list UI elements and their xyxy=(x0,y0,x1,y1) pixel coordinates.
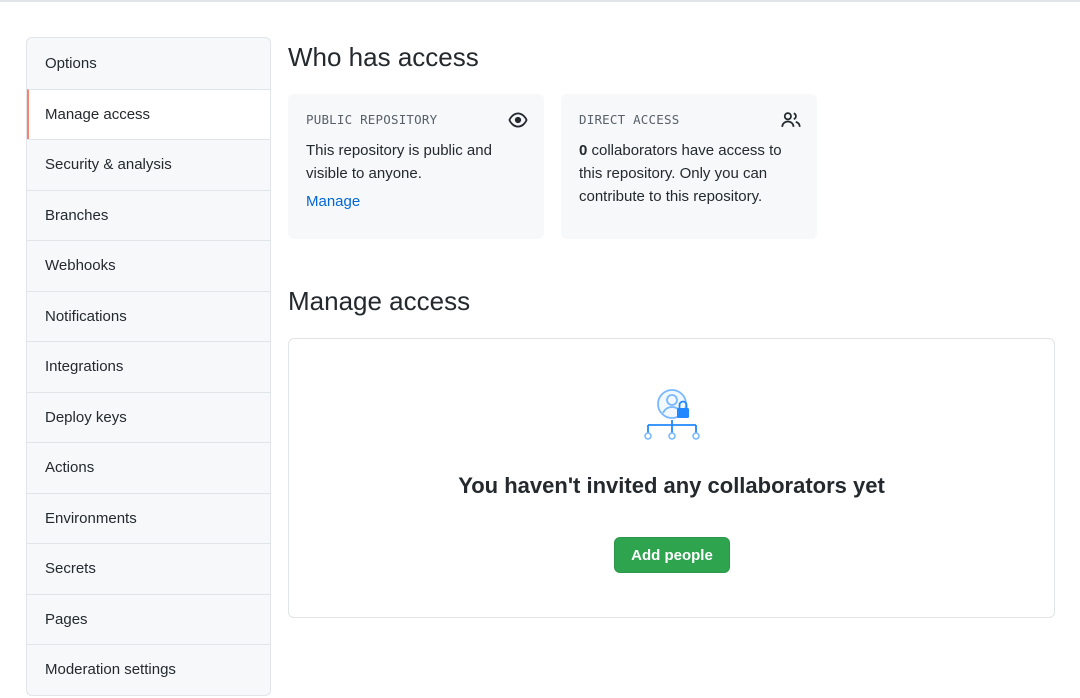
sidebar-item-label: Pages xyxy=(45,610,88,628)
collaborators-empty-state: You haven't invited any collaborators ye… xyxy=(288,338,1055,618)
main-content: Who has access PUBLIC REPOSITORY This re… xyxy=(288,37,1055,618)
eye-icon xyxy=(508,112,528,128)
sidebar-item-webhooks[interactable]: Webhooks xyxy=(27,240,270,291)
sidebar-item-label: Actions xyxy=(45,459,95,477)
public-repository-text: This repository is public and visible to… xyxy=(306,142,492,182)
collaborators-lock-icon xyxy=(644,389,700,440)
top-divider xyxy=(0,0,1080,2)
public-repository-card: PUBLIC REPOSITORY This repository is pub… xyxy=(288,94,544,239)
sidebar-item-label: Environments xyxy=(45,509,137,527)
direct-access-label: DIRECT ACCESS xyxy=(579,112,680,127)
sidebar-item-secrets[interactable]: Secrets xyxy=(27,543,270,594)
sidebar-item-manage-access[interactable]: Manage access xyxy=(27,88,270,139)
settings-sidebar: Options Manage access Security & analysi… xyxy=(26,37,271,696)
public-repository-label: PUBLIC REPOSITORY xyxy=(306,112,438,127)
sidebar-item-label: Secrets xyxy=(45,560,96,578)
people-icon xyxy=(781,112,801,127)
sidebar-item-label: Security & analysis xyxy=(45,156,172,174)
sidebar-item-notifications[interactable]: Notifications xyxy=(27,290,270,342)
sidebar-item-actions[interactable]: Actions xyxy=(27,442,270,493)
direct-access-text: 0 collaborators have access to this repo… xyxy=(579,139,799,208)
empty-state-heading: You haven't invited any collaborators ye… xyxy=(458,473,885,498)
add-people-button[interactable]: Add people xyxy=(614,537,730,573)
sidebar-item-label: Integrations xyxy=(45,358,124,376)
sidebar-item-environments[interactable]: Environments xyxy=(27,492,270,544)
access-cards: PUBLIC REPOSITORY This repository is pub… xyxy=(288,94,1055,239)
sidebar-item-integrations[interactable]: Integrations xyxy=(27,341,270,392)
sidebar-item-pages[interactable]: Pages xyxy=(27,593,270,645)
direct-access-card: DIRECT ACCESS 0 collaborators have acces… xyxy=(561,94,817,239)
direct-access-description: collaborators have access to this reposi… xyxy=(579,142,782,205)
sidebar-item-label: Notifications xyxy=(45,307,127,325)
sidebar-item-label: Manage access xyxy=(45,105,151,123)
sidebar-item-label: Moderation settings xyxy=(45,661,176,679)
sidebar-item-label: Branches xyxy=(45,206,109,224)
manage-visibility-link[interactable]: Manage xyxy=(306,193,360,210)
sidebar-item-security-analysis[interactable]: Security & analysis xyxy=(27,139,270,190)
sidebar-item-label: Options xyxy=(45,54,97,72)
sidebar-item-label: Webhooks xyxy=(45,257,116,275)
manage-access-title: Manage access xyxy=(288,286,471,316)
sidebar-item-label: Deploy keys xyxy=(45,408,127,426)
sidebar-item-deploy-keys[interactable]: Deploy keys xyxy=(27,391,270,443)
sidebar-item-moderation-settings[interactable]: Moderation settings xyxy=(27,644,270,695)
sidebar-item-branches[interactable]: Branches xyxy=(27,189,270,241)
who-has-access-title: Who has access xyxy=(288,42,479,72)
sidebar-item-options[interactable]: Options xyxy=(27,38,270,89)
